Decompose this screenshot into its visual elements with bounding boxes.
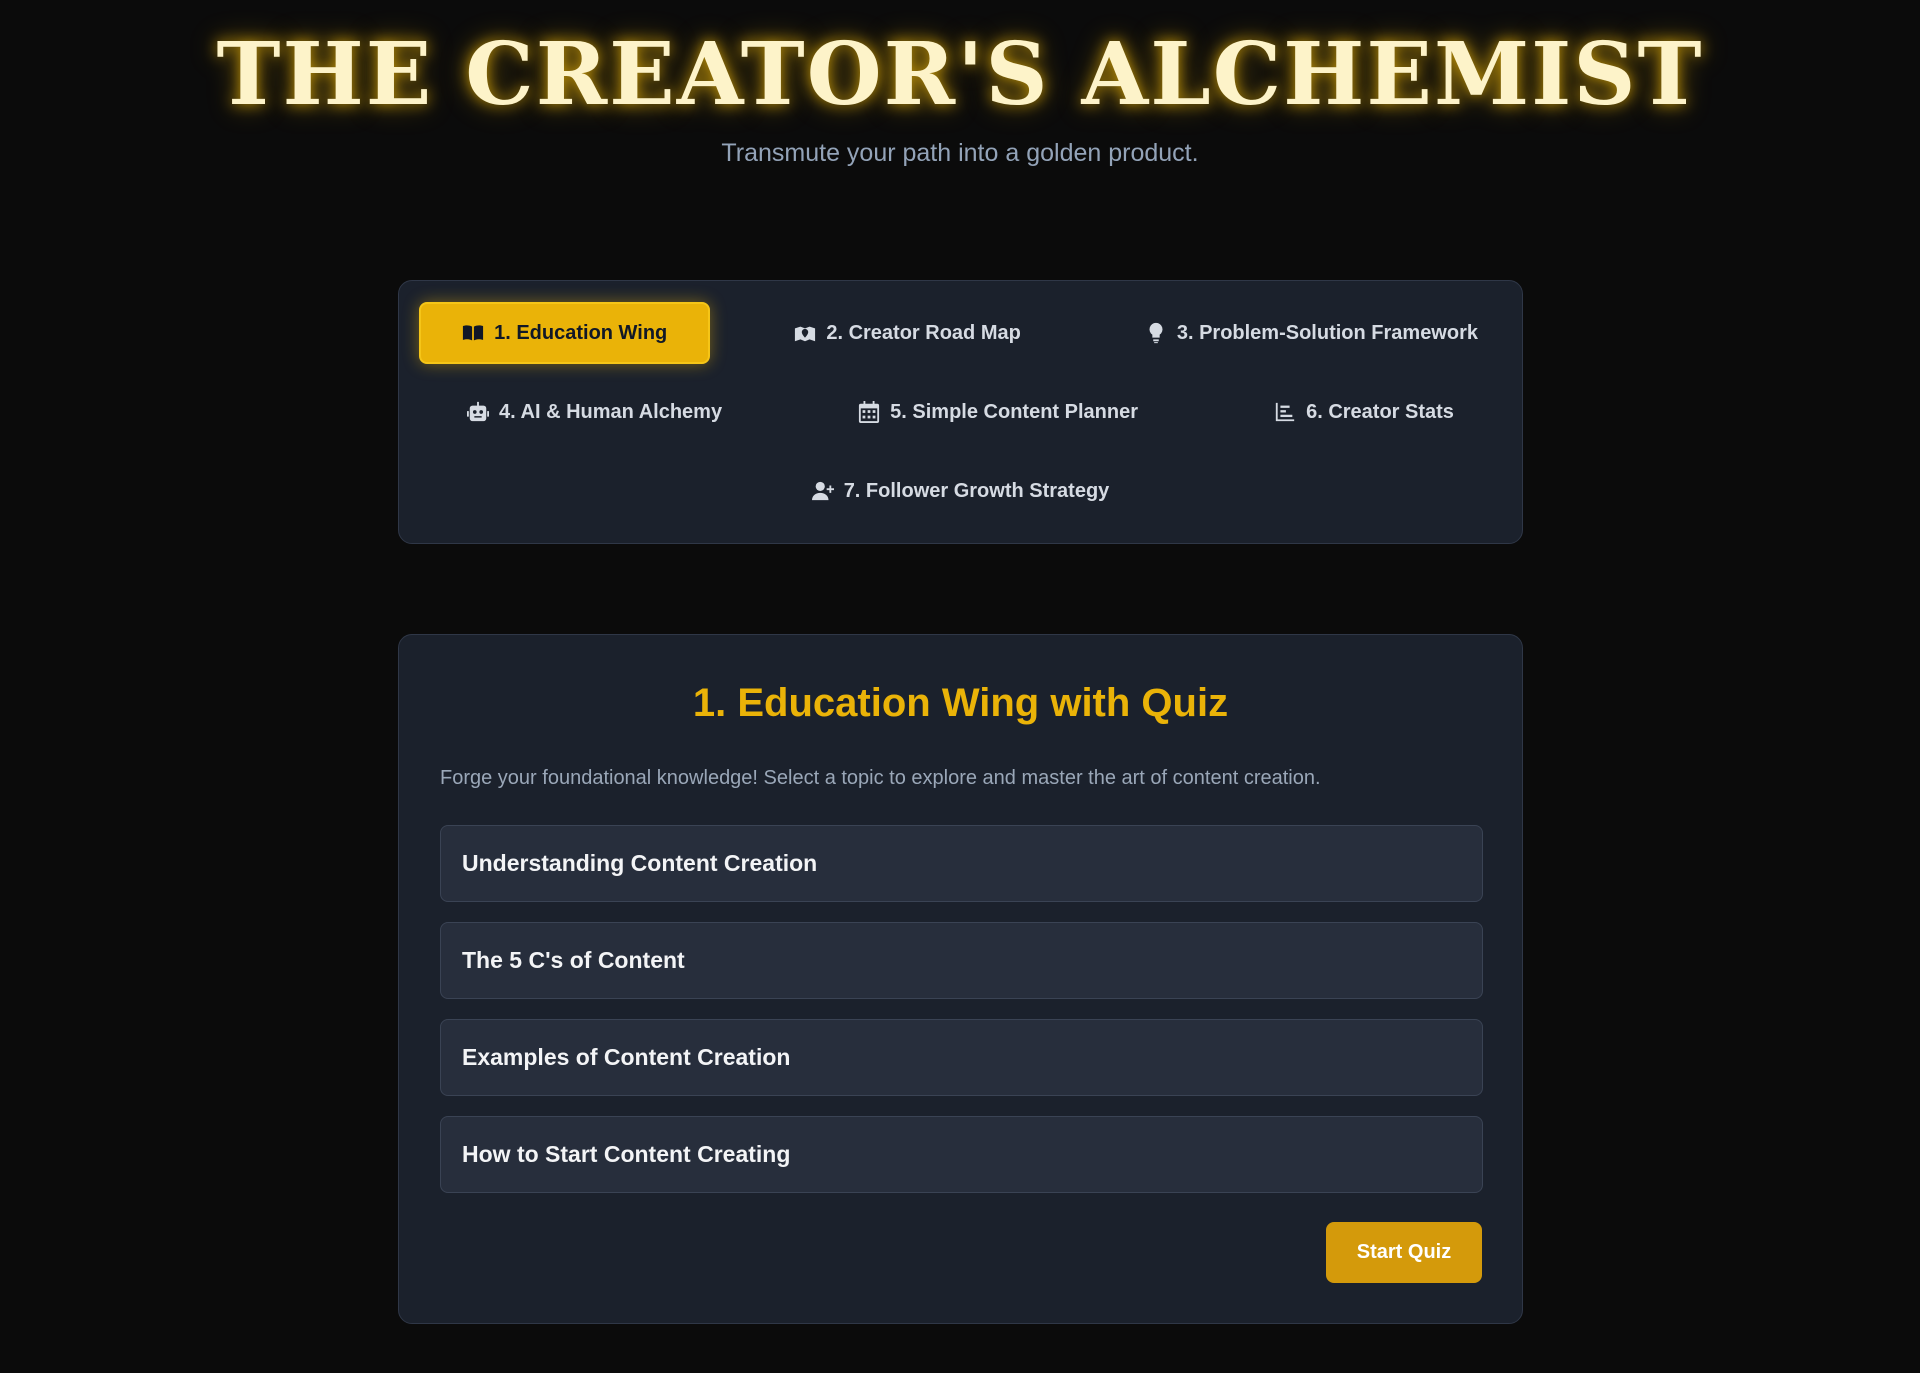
topic-item[interactable]: How to Start Content Creating: [440, 1116, 1483, 1193]
page-header: THE CREATOR'S ALCHEMIST Transmute your p…: [0, 0, 1920, 168]
map-location-icon: [795, 326, 816, 342]
tab-label: 1. Education Wing: [494, 321, 668, 344]
tab-ai-human-alchemy[interactable]: 4. AI & Human Alchemy: [423, 381, 766, 443]
nav-row: 4. AI & Human Alchemy 5. Simple Content …: [399, 381, 1522, 443]
tab-education-wing[interactable]: 1. Education Wing: [419, 302, 711, 364]
user-plus-icon: [811, 481, 834, 501]
tab-label: 2. Creator Road Map: [826, 321, 1021, 344]
topic-item[interactable]: Examples of Content Creation: [440, 1019, 1483, 1096]
robot-icon: [467, 401, 490, 422]
tab-label: 3. Problem-Solution Framework: [1176, 321, 1478, 344]
tab-label: 4. AI & Human Alchemy: [499, 400, 723, 423]
tab-label: 7. Follower Growth Strategy: [843, 479, 1110, 502]
book-open-icon: [463, 325, 484, 341]
section-description: Forge your foundational knowledge! Selec…: [440, 767, 1321, 789]
calendar-icon: [859, 401, 880, 423]
tab-label: 5. Simple Content Planner: [890, 400, 1138, 423]
nav-row: 1. Education Wing 2. Creator Road Map 3.…: [399, 302, 1522, 364]
topic-item[interactable]: Understanding Content Creation: [440, 825, 1483, 902]
section-title: 1. Education Wing with Quiz: [692, 681, 1229, 725]
bar-chart-icon: [1275, 402, 1295, 422]
nav-row: 7. Follower Growth Strategy: [399, 460, 1522, 522]
tab-creator-stats[interactable]: 6. Creator Stats: [1230, 381, 1498, 443]
tab-problem-solution-framework[interactable]: 3. Problem-Solution Framework: [1101, 302, 1522, 364]
topic-item[interactable]: The 5 C's of Content: [440, 922, 1483, 999]
start-quiz-button[interactable]: Start Quiz: [1326, 1222, 1482, 1283]
education-wing-panel: 1. Education Wing with Quiz Forge your f…: [398, 634, 1523, 1324]
section-nav: 1. Education Wing 2. Creator Road Map 3.…: [398, 280, 1523, 544]
topic-list: Understanding Content Creation The 5 C's…: [440, 825, 1483, 1213]
tab-follower-growth-strategy[interactable]: 7. Follower Growth Strategy: [768, 460, 1154, 522]
tab-simple-content-planner[interactable]: 5. Simple Content Planner: [814, 381, 1182, 443]
lightbulb-icon: [1149, 322, 1163, 344]
site-title: THE CREATOR'S ALCHEMIST: [216, 24, 1704, 125]
site-subtitle: Transmute your path into a golden produc…: [721, 138, 1199, 167]
tab-label: 6. Creator Stats: [1306, 400, 1454, 423]
tab-creator-road-map[interactable]: 2. Creator Road Map: [750, 302, 1064, 364]
